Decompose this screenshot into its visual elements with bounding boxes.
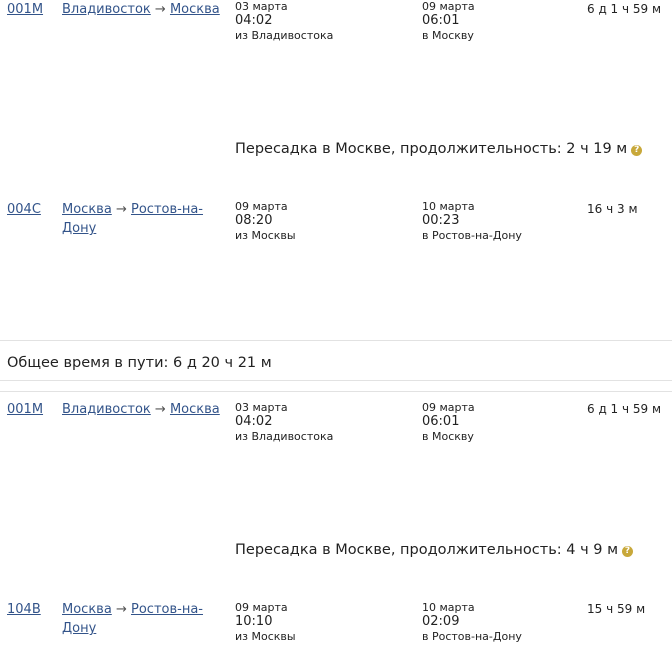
transfer-info: Пересадка в Москве, продолжительность: 4… — [235, 542, 634, 558]
route-from-link[interactable]: Москва — [62, 202, 112, 217]
arrival-date: 09 марта — [422, 401, 475, 414]
departure-date: 03 марта — [235, 401, 288, 414]
arrival-time: 06:01 — [422, 13, 460, 28]
transfer-text: Пересадка в Москве, продолжительность: 2… — [235, 141, 628, 157]
travel-duration: 6 д 1 ч 59 м — [587, 402, 662, 416]
departure-station: из Москвы — [235, 630, 296, 643]
route-arrow: → — [154, 402, 166, 417]
arrival-station: в Москву — [422, 29, 474, 42]
train-number-link[interactable]: 001М — [7, 2, 43, 17]
help-icon[interactable]: ? — [622, 546, 634, 557]
arrival-station: в Ростов-на-Дону — [422, 229, 522, 242]
total-travel-time: Общее время в пути: 6 д 20 ч 21 м — [7, 355, 272, 371]
departure-station: из Владивостока — [235, 29, 334, 42]
route: Владивосток → Москва — [62, 400, 224, 419]
route-from-link[interactable]: Москва — [62, 602, 112, 617]
departure-date: 09 марта — [235, 200, 288, 213]
departure-station: из Москвы — [235, 229, 296, 242]
route: Москва → Ростов-на-Дону — [62, 200, 212, 238]
divider — [0, 380, 672, 381]
route-arrow: → — [115, 202, 127, 217]
travel-duration: 16 ч 3 м — [587, 202, 638, 216]
transfer-info: Пересадка в Москве, продолжительность: 2… — [235, 141, 643, 157]
route-arrow: → — [154, 2, 166, 17]
route-arrow: → — [115, 602, 127, 617]
arrival-time: 00:23 — [422, 213, 460, 228]
departure-time: 08:20 — [235, 213, 273, 228]
departure-time: 04:02 — [235, 414, 273, 429]
arrival-station: в Ростов-на-Дону — [422, 630, 522, 643]
arrival-date: 10 марта — [422, 200, 475, 213]
departure-station: из Владивостока — [235, 430, 334, 443]
departure-time: 04:02 — [235, 13, 273, 28]
departure-time: 10:10 — [235, 614, 273, 629]
route: Владивосток → Москва — [62, 0, 224, 19]
arrival-date: 10 марта — [422, 601, 475, 614]
route-to-link[interactable]: Москва — [170, 2, 220, 17]
divider — [0, 391, 672, 392]
arrival-time: 02:09 — [422, 614, 460, 629]
arrival-date: 09 марта — [422, 0, 475, 13]
departure-date: 09 марта — [235, 601, 288, 614]
help-icon[interactable]: ? — [631, 145, 643, 156]
train-number-link[interactable]: 004С — [7, 202, 41, 217]
divider — [0, 340, 672, 341]
route-from-link[interactable]: Владивосток — [62, 2, 151, 17]
train-number-link[interactable]: 104В — [7, 602, 41, 617]
route-from-link[interactable]: Владивосток — [62, 402, 151, 417]
route-to-link[interactable]: Москва — [170, 402, 220, 417]
travel-duration: 6 д 1 ч 59 м — [587, 2, 662, 16]
route: Москва → Ростов-на-Дону — [62, 600, 212, 638]
arrival-time: 06:01 — [422, 414, 460, 429]
arrival-station: в Москву — [422, 430, 474, 443]
travel-duration: 15 ч 59 м — [587, 602, 646, 616]
departure-date: 03 марта — [235, 0, 288, 13]
transfer-text: Пересадка в Москве, продолжительность: 4… — [235, 542, 619, 558]
train-number-link[interactable]: 001М — [7, 402, 43, 417]
